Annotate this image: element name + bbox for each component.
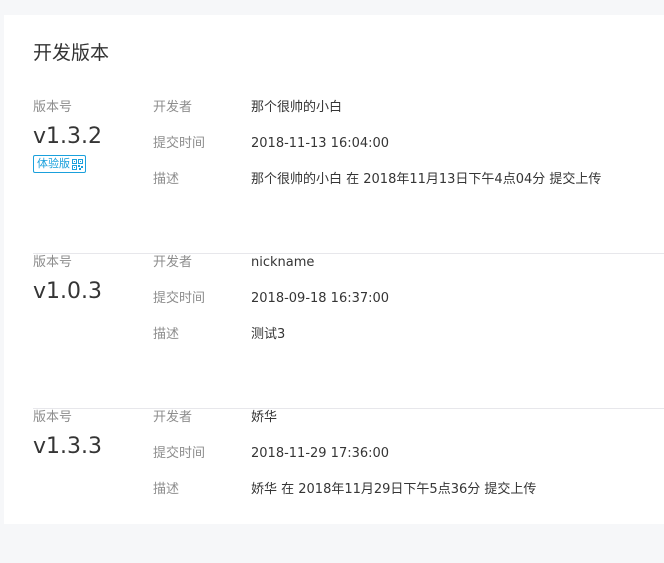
- developer-value: 娇华: [251, 410, 278, 425]
- submit-time-value: 2018-11-13 16:04:00: [251, 136, 390, 151]
- submit-time-label: 提交时间: [153, 136, 206, 151]
- description-label: 描述: [153, 172, 180, 187]
- version-label: 版本号: [33, 410, 73, 425]
- trial-version-tag[interactable]: 体验版: [33, 155, 86, 173]
- description-label: 描述: [153, 327, 180, 342]
- developer-value: 那个很帅的小白: [251, 100, 343, 115]
- version-number: v1.0.3: [33, 279, 102, 304]
- panel-title: 开发版本: [33, 42, 110, 64]
- version-item: 版本号 v1.3.2 体验版 开发者 那个很帅的小白 提交时间 2018-11-…: [33, 98, 664, 254]
- version-item: 版本号 v1.0.3 开发者 nickname 提交时间 2018-09-18 …: [33, 253, 664, 409]
- submit-time-value: 2018-11-29 17:36:00: [251, 446, 390, 461]
- trial-version-tag-label: 体验版: [37, 157, 70, 170]
- dev-versions-panel: 开发版本 版本号 v1.3.2 体验版 开发者 那个很帅的小白 提交时间 201…: [4, 15, 664, 524]
- version-item: 版本号 v1.3.3 开发者 娇华 提交时间 2018-11-29 17:36:…: [33, 408, 664, 563]
- developer-value: nickname: [251, 255, 315, 270]
- version-label: 版本号: [33, 100, 73, 115]
- description-value: 那个很帅的小白 在 2018年11月13日下午4点04分 提交上传: [251, 172, 602, 187]
- submit-time-value: 2018-09-18 16:37:00: [251, 291, 390, 306]
- developer-label: 开发者: [153, 410, 193, 425]
- description-value: 娇华 在 2018年11月29日下午5点36分 提交上传: [251, 482, 537, 497]
- version-label: 版本号: [33, 255, 73, 270]
- description-value: 测试3: [251, 327, 286, 342]
- version-number: v1.3.2: [33, 124, 102, 149]
- developer-label: 开发者: [153, 255, 193, 270]
- developer-label: 开发者: [153, 100, 193, 115]
- submit-time-label: 提交时间: [153, 446, 206, 461]
- description-label: 描述: [153, 482, 180, 497]
- qr-code-icon[interactable]: [72, 158, 83, 170]
- version-number: v1.3.3: [33, 434, 102, 459]
- submit-time-label: 提交时间: [153, 291, 206, 306]
